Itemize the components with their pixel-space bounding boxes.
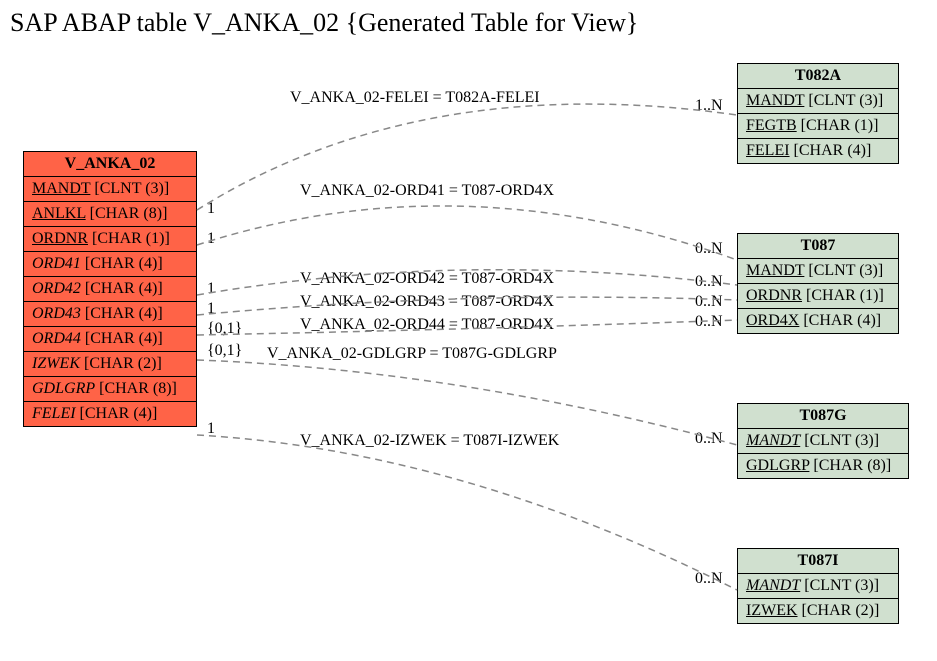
entity-row: MANDT [CLNT (3)] xyxy=(24,177,196,202)
entity-t087: T087 MANDT [CLNT (3)] ORDNR [CHAR (1)] O… xyxy=(737,233,899,334)
cardinality-left: {0,1} xyxy=(207,320,242,338)
entity-header: T087I xyxy=(738,549,898,574)
cardinality-right: 1..N xyxy=(695,97,723,115)
entity-row: ORD41 [CHAR (4)] xyxy=(24,252,196,277)
entity-header: T087 xyxy=(738,234,898,259)
entity-row: IZWEK [CHAR (2)] xyxy=(738,599,898,623)
cardinality-left: 1 xyxy=(207,280,215,298)
entity-row: MANDT [CLNT (3)] xyxy=(738,429,908,454)
cardinality-left: 1 xyxy=(207,420,215,438)
cardinality-left: 1 xyxy=(207,300,215,318)
entity-row: ANLKL [CHAR (8)] xyxy=(24,202,196,227)
edge-label: V_ANKA_02-ORD41 = T087-ORD4X xyxy=(300,182,554,200)
cardinality-right: 0..N xyxy=(695,273,723,291)
entity-t087g: T087G MANDT [CLNT (3)] GDLGRP [CHAR (8)] xyxy=(737,403,909,479)
edge-label: V_ANKA_02-GDLGRP = T087G-GDLGRP xyxy=(267,345,557,363)
entity-row: ORD42 [CHAR (4)] xyxy=(24,277,196,302)
entity-row: GDLGRP [CHAR (8)] xyxy=(24,377,196,402)
entity-t087i: T087I MANDT [CLNT (3)] IZWEK [CHAR (2)] xyxy=(737,548,899,624)
entity-row: FEGTB [CHAR (1)] xyxy=(738,114,898,139)
edge-label: V_ANKA_02-ORD43 = T087-ORD4X xyxy=(300,293,554,311)
edge-label: V_ANKA_02-FELEI = T082A-FELEI xyxy=(290,89,540,107)
page-title: SAP ABAP table V_ANKA_02 {Generated Tabl… xyxy=(10,8,638,38)
entity-row: IZWEK [CHAR (2)] xyxy=(24,352,196,377)
entity-row: GDLGRP [CHAR (8)] xyxy=(738,454,908,478)
entity-header: T087G xyxy=(738,404,908,429)
cardinality-right: 0..N xyxy=(695,240,723,258)
entity-row: MANDT [CLNT (3)] xyxy=(738,89,898,114)
entity-row: FELEI [CHAR (4)] xyxy=(24,402,196,426)
entity-t082a: T082A MANDT [CLNT (3)] FEGTB [CHAR (1)] … xyxy=(737,63,899,164)
cardinality-right: 0..N xyxy=(695,570,723,588)
entity-row: ORD4X [CHAR (4)] xyxy=(738,309,898,333)
cardinality-right: 0..N xyxy=(695,293,723,311)
entity-row: ORDNR [CHAR (1)] xyxy=(738,284,898,309)
entity-row: FELEI [CHAR (4)] xyxy=(738,139,898,163)
entity-header: T082A xyxy=(738,64,898,89)
cardinality-right: 0..N xyxy=(695,313,723,331)
entity-row: MANDT [CLNT (3)] xyxy=(738,259,898,284)
edge-label: V_ANKA_02-ORD44 = T087-ORD4X xyxy=(300,316,554,334)
cardinality-left: {0,1} xyxy=(207,342,242,360)
entity-row: ORDNR [CHAR (1)] xyxy=(24,227,196,252)
entity-row: MANDT [CLNT (3)] xyxy=(738,574,898,599)
entity-v-anka-02: V_ANKA_02 MANDT [CLNT (3)] ANLKL [CHAR (… xyxy=(23,151,197,427)
entity-header: V_ANKA_02 xyxy=(24,152,196,177)
edge-label: V_ANKA_02-ORD42 = T087-ORD4X xyxy=(300,270,554,288)
cardinality-left: 1 xyxy=(207,230,215,248)
edge-label: V_ANKA_02-IZWEK = T087I-IZWEK xyxy=(300,432,559,450)
cardinality-left: 1 xyxy=(207,200,215,218)
cardinality-right: 0..N xyxy=(695,430,723,448)
entity-row: ORD44 [CHAR (4)] xyxy=(24,327,196,352)
entity-row: ORD43 [CHAR (4)] xyxy=(24,302,196,327)
